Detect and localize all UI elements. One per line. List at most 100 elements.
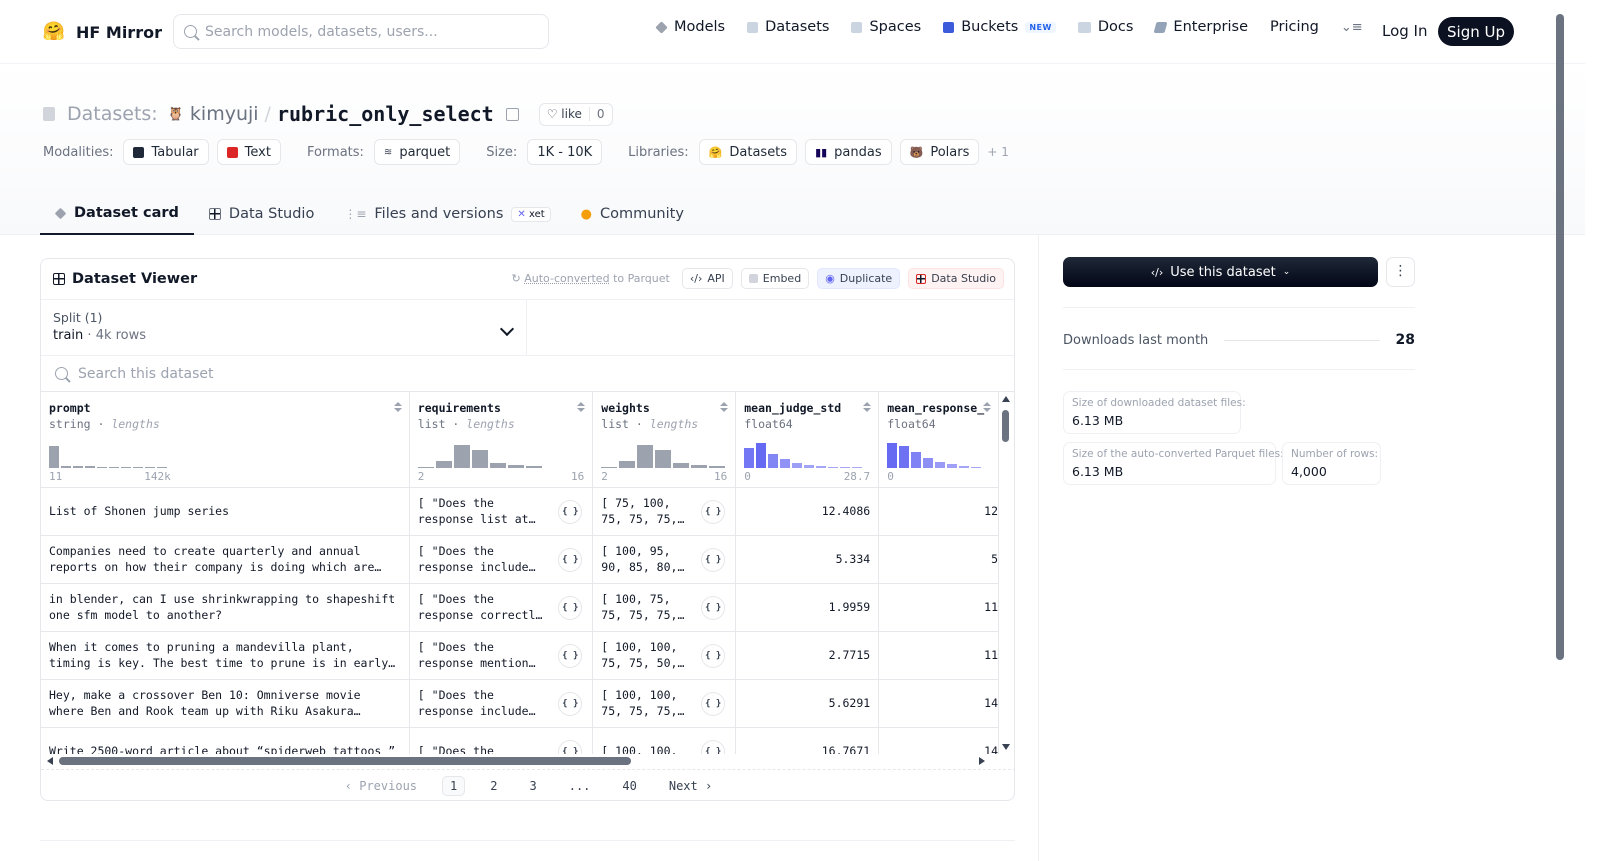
cell-requirements[interactable]: [ "Does the { } — [409, 727, 594, 754]
auto-converted-link[interactable]: Auto-converted — [524, 272, 609, 285]
histogram-bar[interactable] — [959, 465, 970, 468]
histogram-bar[interactable] — [85, 465, 95, 468]
expand-json-icon[interactable]: { } — [701, 547, 726, 572]
table-row[interactable]: in blender, can I use shrinkwrapping to … — [41, 583, 999, 632]
cell-prompt[interactable]: Companies need to create quarterly and a… — [41, 535, 410, 584]
expand-json-icon[interactable]: { } — [558, 691, 583, 716]
embed-button[interactable]: Embed — [740, 268, 810, 289]
column-header-0[interactable]: prompt string · lengths 11 142k — [41, 392, 410, 488]
histogram-bar[interactable] — [145, 466, 155, 468]
cell-requirements[interactable]: [ "Does the response list at… { } — [409, 487, 594, 536]
sort-icon[interactable] — [863, 402, 872, 414]
histogram-bar[interactable] — [911, 451, 922, 468]
sort-icon[interactable] — [983, 402, 991, 414]
histogram-bar[interactable] — [61, 465, 71, 468]
histogram-bar[interactable] — [691, 464, 708, 468]
nav-spaces[interactable]: Spaces — [851, 19, 921, 35]
cell-mean-judge-std[interactable]: 5.6291 — [735, 679, 880, 728]
more-libraries[interactable]: + 1 — [987, 145, 1009, 159]
histogram-bar[interactable] — [840, 466, 851, 468]
histogram-bar[interactable] — [619, 460, 636, 468]
tag-polars[interactable]: 🐻 Polars — [899, 139, 980, 165]
data-studio-button[interactable]: Data Studio — [908, 268, 1004, 289]
more-menu-icon[interactable]: ⌄≡ — [1341, 20, 1363, 35]
expand-json-icon[interactable]: { } — [558, 547, 583, 572]
cell-weights[interactable]: [ 100, 100, { } — [592, 727, 737, 754]
tag-parquet[interactable]: ≋ parquet — [373, 139, 461, 165]
histogram-bar[interactable] — [489, 462, 506, 468]
cell-requirements[interactable]: [ "Does the response include… { } — [409, 679, 594, 728]
cell-mean-judge-std[interactable]: 16.7671 — [735, 727, 880, 754]
cell-weights[interactable]: [ 100, 75, 75, 75, 75,… { } — [592, 583, 737, 632]
cell-requirements[interactable]: [ "Does the response mention… { } — [409, 631, 594, 680]
page-3[interactable]: 3 — [522, 777, 543, 795]
tab-data-studio[interactable]: Data Studio — [194, 193, 329, 235]
tag-pandas[interactable]: ▮▮ pandas — [805, 139, 892, 165]
tag-datasets-lib[interactable]: 🤗 Datasets — [698, 139, 798, 165]
histogram-bar[interactable] — [804, 464, 815, 468]
histogram-bar[interactable] — [471, 449, 488, 468]
dataset-search-input[interactable] — [78, 365, 478, 382]
expand-json-icon[interactable]: { } — [701, 691, 726, 716]
expand-json-icon[interactable]: { } — [701, 643, 726, 668]
cell-mean-response[interactable]: 11 — [878, 631, 999, 680]
nav-buckets[interactable]: Buckets NEW — [943, 19, 1056, 35]
column-header-2[interactable]: weights list · lengths 2 16 — [592, 392, 737, 488]
cell-mean-response[interactable]: 5 — [878, 535, 999, 584]
cell-prompt[interactable]: List of Shonen jump series — [41, 487, 410, 536]
table-row[interactable]: Companies need to create quarterly and a… — [41, 535, 999, 584]
cell-mean-response[interactable]: 12 — [878, 487, 999, 536]
copy-icon[interactable] — [505, 107, 519, 121]
column-header-4[interactable]: mean_response_ float64 0 — [878, 392, 999, 488]
histogram-bar[interactable] — [73, 465, 83, 468]
sort-icon[interactable] — [393, 402, 402, 414]
histogram-bar[interactable] — [435, 460, 452, 468]
cell-weights[interactable]: [ 100, 100, 75, 75, 50,… { } — [592, 631, 737, 680]
page-2[interactable]: 2 — [483, 777, 504, 795]
histogram-bar[interactable] — [109, 466, 119, 468]
table-row[interactable]: Write 2500-word article about “spiderweb… — [41, 727, 999, 754]
tag-tabular[interactable]: Tabular — [123, 139, 209, 165]
histogram-bar[interactable] — [709, 465, 726, 468]
histogram-bar[interactable] — [756, 442, 767, 468]
histogram-bar[interactable] — [655, 449, 672, 468]
split-selector[interactable]: Split (1) train · 4k rows — [41, 300, 527, 356]
histogram-bar[interactable] — [816, 465, 827, 468]
column-header-1[interactable]: requirements list · lengths 2 16 — [409, 392, 594, 488]
histogram-bar[interactable] — [744, 447, 755, 468]
expand-json-icon[interactable]: { } — [558, 499, 583, 524]
page-1[interactable]: 1 — [442, 776, 466, 796]
global-search[interactable] — [173, 14, 549, 49]
cell-prompt[interactable]: Write 2500-word article about “spiderweb… — [41, 727, 410, 754]
nav-pricing[interactable]: Pricing — [1270, 19, 1319, 35]
expand-json-icon[interactable]: { } — [558, 739, 583, 754]
histogram-bar[interactable] — [852, 466, 863, 468]
cell-weights[interactable]: [ 100, 95, 90, 85, 80,… { } — [592, 535, 737, 584]
cell-prompt[interactable]: Hey, make a crossover Ben 10: Omniverse … — [41, 679, 410, 728]
histogram-bar[interactable] — [525, 465, 542, 468]
page-scrollbar[interactable] — [1556, 14, 1564, 660]
cell-mean-judge-std[interactable]: 2.7715 — [735, 631, 880, 680]
histogram-bar[interactable] — [49, 445, 59, 468]
histogram-bar[interactable] — [971, 466, 982, 468]
api-button[interactable]: ‹/› API — [681, 268, 733, 289]
duplicate-button[interactable]: ◉ Duplicate — [817, 268, 901, 289]
more-options-icon[interactable]: ⋮ — [1386, 257, 1415, 287]
tag-size[interactable]: 1K - 10K — [527, 139, 603, 165]
cell-mean-judge-std[interactable]: 1.9959 — [735, 583, 880, 632]
cell-mean-judge-std[interactable]: 5.334 — [735, 535, 880, 584]
histogram-bar[interactable] — [792, 462, 803, 468]
histogram-bar[interactable] — [935, 461, 946, 468]
table-row[interactable]: Hey, make a crossover Ben 10: Omniverse … — [41, 679, 999, 728]
histogram-bar[interactable] — [97, 466, 107, 468]
table-horizontal-scrollbar[interactable] — [45, 756, 995, 766]
histogram-bar[interactable] — [637, 444, 654, 468]
histogram-bar[interactable] — [121, 466, 131, 468]
histogram-bar[interactable] — [417, 466, 434, 468]
page-40[interactable]: 40 — [615, 777, 643, 795]
cell-prompt[interactable]: in blender, can I use shrinkwrapping to … — [41, 583, 410, 632]
histogram-bar[interactable] — [507, 464, 524, 468]
histogram-bar[interactable] — [768, 453, 779, 468]
cell-requirements[interactable]: [ "Does the response correctl… { } — [409, 583, 594, 632]
nav-datasets[interactable]: Datasets — [747, 19, 829, 35]
